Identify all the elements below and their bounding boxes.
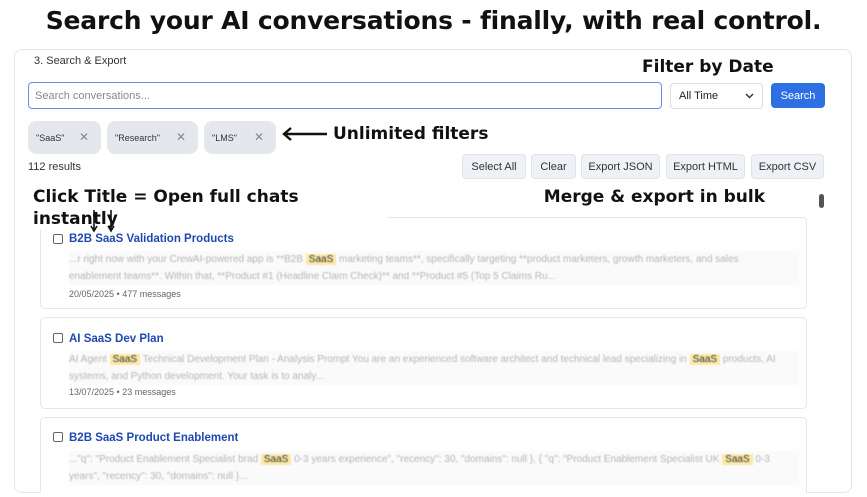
- result-card[interactable]: AI SaaS Dev Plan AI Agent SaaS Technical…: [40, 317, 807, 409]
- filter-chip-label: "SaaS": [36, 132, 65, 143]
- result-checkbox[interactable]: [53, 234, 63, 244]
- results-count: 112 results: [28, 161, 81, 173]
- date-filter-value: All Time: [679, 90, 719, 102]
- export-html-button[interactable]: Export HTML: [666, 154, 745, 179]
- scrollbar-thumb[interactable]: [819, 194, 824, 208]
- result-card[interactable]: B2B SaaS Product Enablement ..."q": "Pro…: [40, 417, 807, 493]
- result-meta: 20/05/2025 • 477 messages: [69, 289, 181, 299]
- filter-chip-label: "Research": [115, 132, 160, 143]
- annotation-unlimited-filters: Unlimited filters: [329, 123, 493, 145]
- annotation-filter-by-date: Filter by Date: [638, 56, 778, 78]
- annotation-click-title: Click Title = Open full chats instantly: [29, 186, 387, 230]
- filter-chip-label: "LMS": [212, 132, 237, 143]
- result-checkbox[interactable]: [53, 432, 63, 442]
- search-button[interactable]: Search: [771, 83, 825, 108]
- result-title[interactable]: AI SaaS Dev Plan: [69, 333, 164, 345]
- search-input[interactable]: [28, 82, 662, 109]
- export-csv-button[interactable]: Export CSV: [751, 154, 824, 179]
- date-filter-select[interactable]: All Time: [670, 83, 763, 109]
- result-title[interactable]: B2B SaaS Validation Products: [69, 233, 234, 245]
- export-json-button[interactable]: Export JSON: [581, 154, 660, 179]
- arrow-left-icon: [282, 127, 327, 141]
- chevron-down-icon: [745, 91, 754, 101]
- annotation-merge-export: Merge & export in bulk: [387, 186, 817, 208]
- filter-chip-lms[interactable]: "LMS" ✕: [204, 121, 276, 154]
- clear-button[interactable]: Clear: [531, 154, 576, 179]
- result-title[interactable]: B2B SaaS Product Enablement: [69, 432, 238, 444]
- highlight-match: SaaS: [305, 254, 337, 265]
- filter-chip-saas[interactable]: "SaaS" ✕: [28, 121, 101, 154]
- result-snippet: AI Agent SaaS Technical Development Plan…: [69, 351, 799, 385]
- filter-chip-research[interactable]: "Research" ✕: [107, 121, 198, 154]
- highlight-match: SaaS: [260, 454, 292, 465]
- close-icon[interactable]: ✕: [254, 130, 264, 144]
- highlight-match: SaaS: [722, 454, 753, 465]
- close-icon[interactable]: ✕: [176, 130, 186, 144]
- result-snippet: ...r right now with your CrewAI-powered …: [69, 251, 799, 285]
- result-card[interactable]: B2B SaaS Validation Products ...r right …: [40, 217, 807, 309]
- headline: Search your AI conversations - finally, …: [45, 6, 822, 35]
- close-icon[interactable]: ✕: [79, 130, 89, 144]
- result-snippet: ..."q": "Product Enablement Specialist b…: [69, 451, 799, 485]
- highlight-match: SaaS: [109, 354, 141, 365]
- highlight-match: SaaS: [689, 354, 721, 365]
- select-all-button[interactable]: Select All: [462, 154, 526, 179]
- result-checkbox[interactable]: [53, 333, 63, 343]
- arrow-down-icon: [90, 210, 115, 233]
- section-title: 3. Search & Export: [34, 55, 127, 67]
- result-meta: 13/07/2025 • 23 messages: [69, 387, 176, 397]
